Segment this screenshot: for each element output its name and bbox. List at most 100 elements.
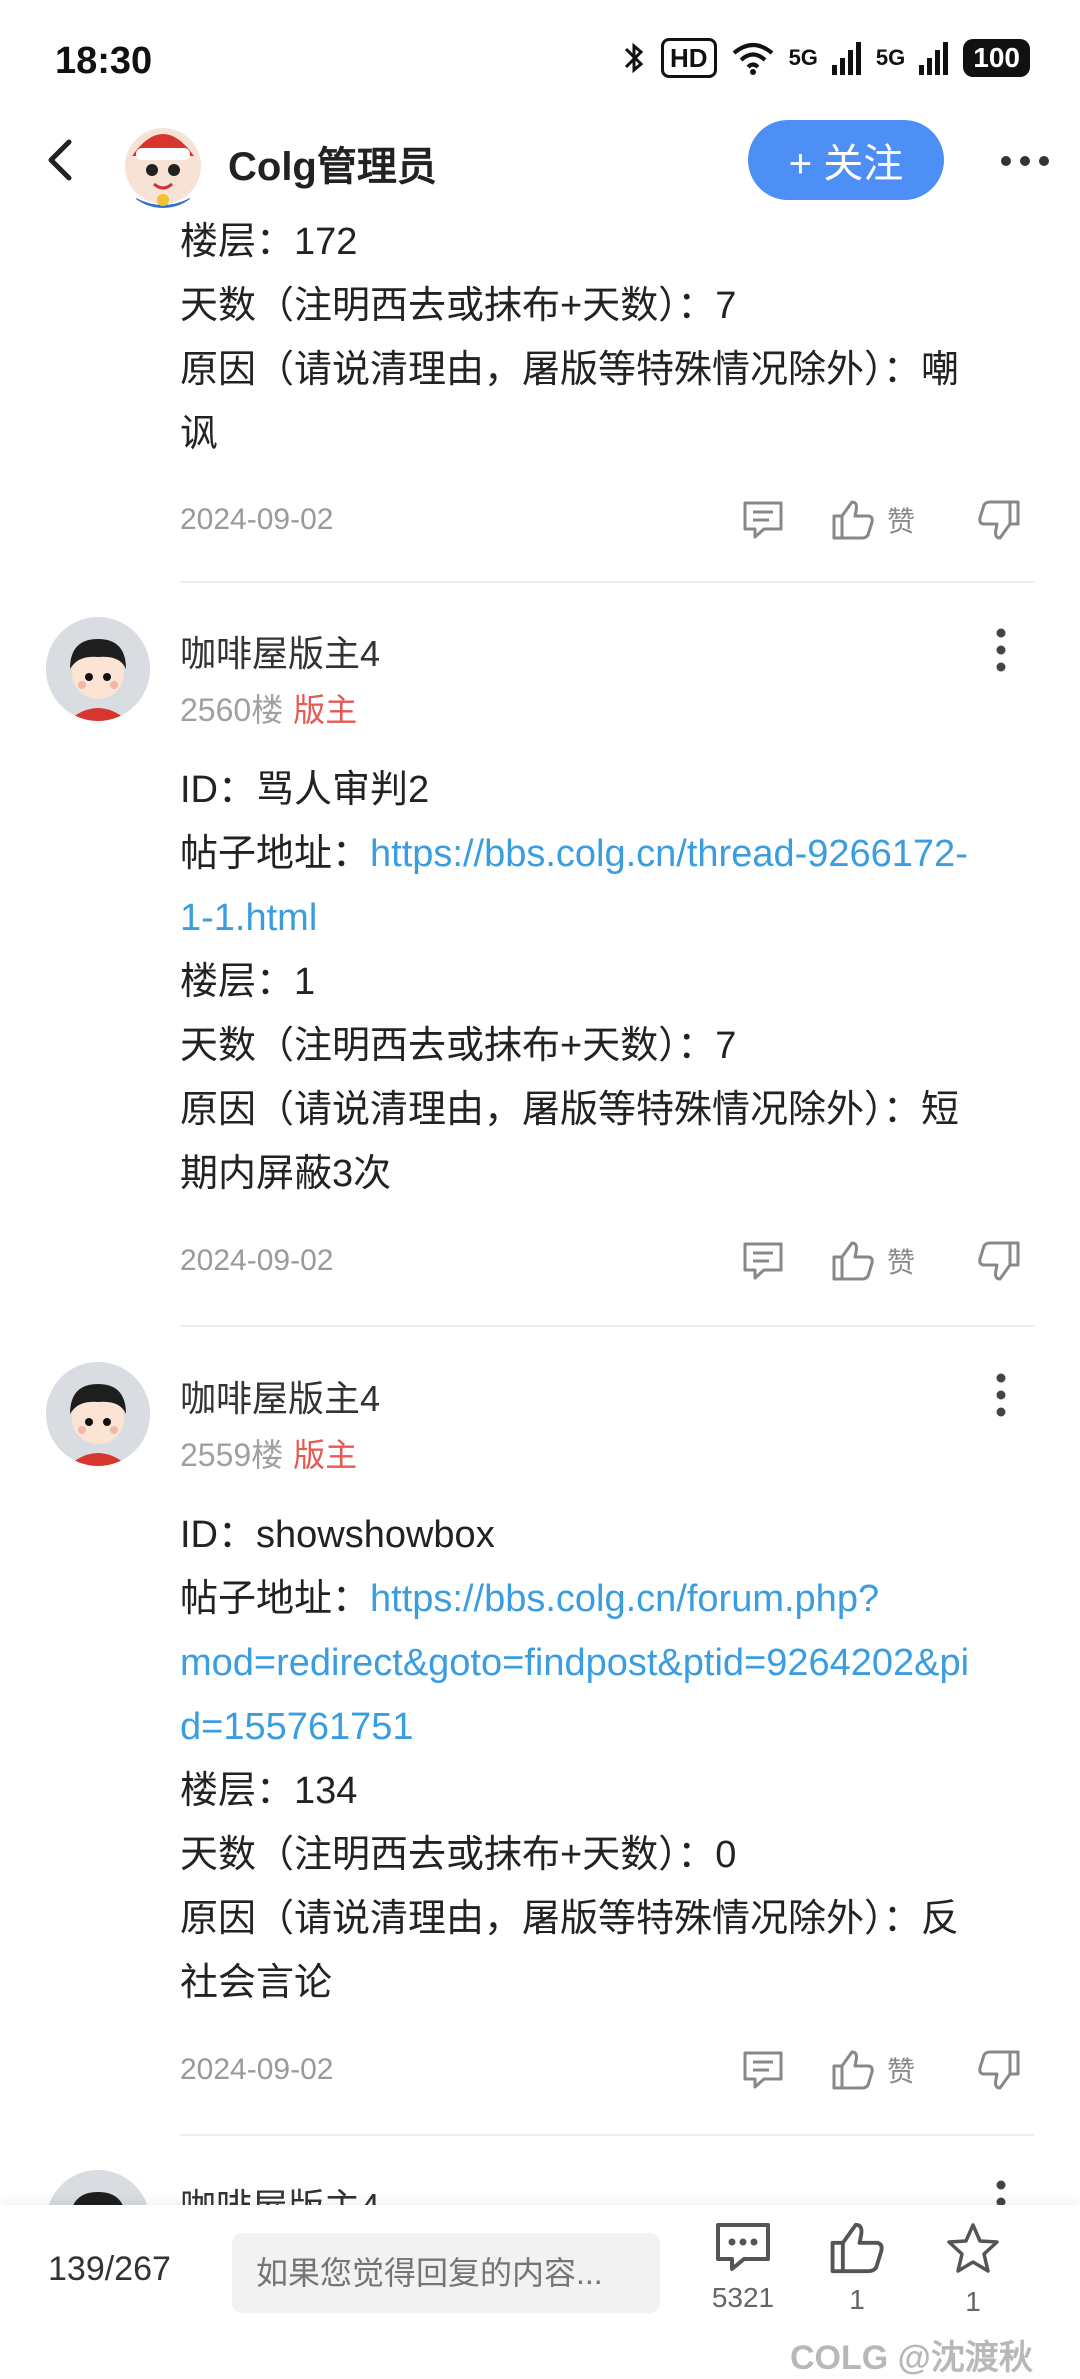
thread-header: Colg管理员 + 关注 <box>0 110 1080 210</box>
thread-link[interactable]: 1-1.html <box>180 897 317 939</box>
dislike-button[interactable] <box>971 490 1027 550</box>
post-line: ID：showshowbox <box>180 1514 495 1556</box>
address-label: 帖子地址： <box>180 1578 371 1620</box>
floor-number: 2559楼 <box>180 1437 284 1473</box>
comment-icon <box>743 1242 783 1280</box>
thumbs-up-icon <box>832 2050 874 2090</box>
star-icon <box>947 2223 999 2273</box>
post-actions: 赞 <box>735 490 1027 550</box>
comment-button[interactable] <box>735 490 791 550</box>
comment-icon <box>743 2051 783 2089</box>
thumbs-down-icon <box>978 1241 1020 1281</box>
thread-link[interactable]: d=155761751 <box>180 1706 414 1748</box>
floor-info: 2560楼 版主 <box>180 685 357 731</box>
post-line: 社会言论 <box>180 1962 333 2004</box>
user-name[interactable]: 咖啡屋版主4 <box>180 625 380 677</box>
floor-number: 2560楼 <box>180 692 284 728</box>
floor-info: 2559楼 版主 <box>180 1430 357 1476</box>
post-date: 2024-09-02 <box>180 503 334 536</box>
network-label-2: 5G <box>875 45 906 70</box>
post-actions: 赞 <box>735 2040 1027 2100</box>
comments-button[interactable]: 5321 <box>698 2221 788 2314</box>
post-divider <box>180 581 1035 583</box>
more-options-button[interactable] <box>990 136 1060 186</box>
thumbs-up-icon <box>832 1241 874 1281</box>
thread-link[interactable]: mod=redirect&goto=findpost&ptid=9264202&… <box>180 1642 969 1684</box>
post-line: 楼层：134 <box>180 1770 358 1812</box>
like-button[interactable] <box>825 2040 881 2100</box>
user-avatar[interactable] <box>46 1362 150 1466</box>
status-icons: HD 5G 5G 100 <box>623 38 1030 78</box>
status-time: 18:30 <box>55 40 153 82</box>
comment-button[interactable] <box>735 1231 791 1291</box>
comment-button[interactable] <box>735 2040 791 2100</box>
user-name[interactable]: 咖啡屋版主4 <box>180 1370 380 1422</box>
battery-indicator: 100 <box>963 39 1030 77</box>
post-line: 天数（注明西去或抹布+天数）：7 <box>180 285 737 327</box>
post-line: 帖子地址：https://bbs.colg.cn/thread-9266172- <box>180 822 1040 886</box>
post-divider <box>180 1325 1035 1327</box>
like-label: 赞 <box>887 1247 916 1278</box>
signal-icon-2 <box>919 42 949 75</box>
author-name[interactable]: Colg管理员 <box>228 134 437 192</box>
chevron-left-icon <box>48 139 72 181</box>
more-vertical-icon <box>996 1373 1006 1417</box>
post-line: 楼层：1 <box>180 961 316 1003</box>
user-avatar[interactable] <box>46 617 150 721</box>
post-line: 讽 <box>180 413 219 455</box>
dislike-button[interactable] <box>971 1231 1027 1291</box>
thread-link[interactable]: https://bbs.colg.cn/forum.php? <box>370 1578 879 1620</box>
post-line: 天数（注明西去或抹布+天数）：0 <box>180 1834 737 1876</box>
dislike-button[interactable] <box>971 2040 1027 2100</box>
post-line: 帖子地址：https://bbs.colg.cn/forum.php? <box>180 1567 1040 1631</box>
thumbs-up-icon <box>832 500 874 540</box>
role-badge: 版主 <box>293 1437 358 1473</box>
post-line: 楼层：172 <box>180 221 358 263</box>
post-line: 原因（请说清理由，屠版等特殊情况除外）：反 <box>180 1898 960 1940</box>
thread-link[interactable]: https://bbs.colg.cn/thread-9266172- <box>370 833 968 875</box>
like-label: 赞 <box>887 506 916 537</box>
thumbs-down-icon <box>978 2050 1020 2090</box>
thread-like-button[interactable]: 1 <box>812 2221 902 2316</box>
post-date: 2024-09-02 <box>180 1244 334 1277</box>
post-line: 原因（请说清理由，屠版等特殊情况除外）：嘲 <box>180 349 960 391</box>
post-line: 期内屏蔽3次 <box>180 1153 392 1195</box>
like-button[interactable] <box>825 490 881 550</box>
page-indicator[interactable]: 139/267 <box>48 2250 171 2289</box>
watermark: COLG @沈渡秋 <box>790 2339 1033 2377</box>
thumbs-up-icon <box>830 2222 884 2274</box>
comment-icon <box>743 501 783 539</box>
like-label: 赞 <box>887 2056 916 2087</box>
reply-input[interactable] <box>232 2233 660 2313</box>
post-more-button[interactable] <box>975 620 1027 680</box>
post-line: ID：骂人审判2 <box>180 769 430 811</box>
comment-icon <box>716 2223 770 2271</box>
post-line: d=155761751 <box>180 1695 1040 1759</box>
network-label-1: 5G <box>788 45 818 70</box>
signal-icon-1 <box>831 42 861 75</box>
post-line: mod=redirect&goto=findpost&ptid=9264202&… <box>180 1631 1040 1695</box>
role-badge: 版主 <box>293 692 358 728</box>
address-label: 帖子地址： <box>180 833 371 875</box>
author-avatar[interactable] <box>118 118 208 208</box>
thumbs-down-icon <box>978 500 1020 540</box>
post-actions: 赞 <box>735 1231 1027 1291</box>
back-button[interactable] <box>30 130 90 190</box>
more-vertical-icon <box>996 628 1006 672</box>
comment-count: 5321 <box>711 2282 775 2313</box>
like-count: 1 <box>849 2284 865 2315</box>
post-divider <box>180 2134 1035 2136</box>
post-date: 2024-09-02 <box>180 2053 334 2086</box>
like-button[interactable] <box>825 1231 881 1291</box>
post-line: 天数（注明西去或抹布+天数）：7 <box>180 1025 737 1067</box>
more-horizontal-icon <box>1001 156 1049 166</box>
favorite-count: 1 <box>965 2286 981 2317</box>
favorite-button[interactable]: 1 <box>928 2221 1018 2318</box>
follow-button[interactable]: + 关注 <box>748 120 944 200</box>
hd-badge: HD <box>661 38 717 78</box>
post-line: 原因（请说清理由，屠版等特殊情况除外）：短 <box>180 1089 960 1131</box>
post-line: 1-1.html <box>180 886 1040 950</box>
bluetooth-icon <box>624 42 644 74</box>
post-more-button[interactable] <box>975 1365 1027 1425</box>
status-bar: 18:30 HD 5G 5G 100 <box>0 0 1080 120</box>
